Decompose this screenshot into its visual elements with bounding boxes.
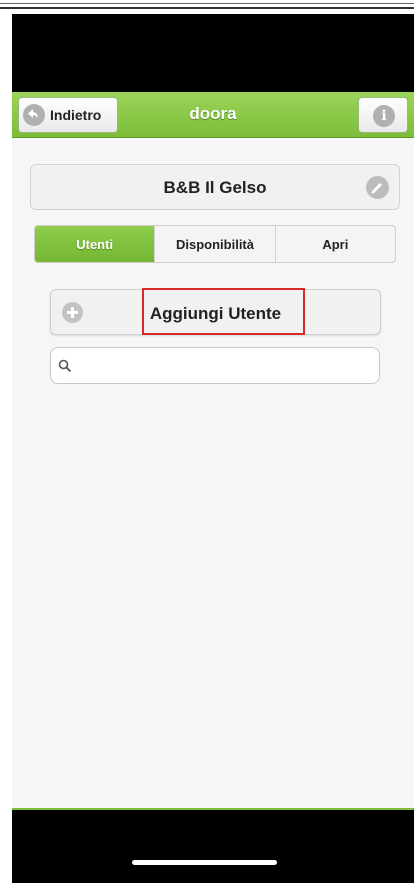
search-bar[interactable] xyxy=(50,347,380,384)
top-border xyxy=(0,0,414,14)
app-title: doora xyxy=(189,104,237,123)
home-indicator xyxy=(132,860,277,865)
property-name: B&B Il Gelso xyxy=(163,178,267,197)
tab-bar: Utenti Disponibilità Apri xyxy=(34,225,396,263)
phone-frame: Indietro doora i B&B Il Gelso Utenti Dis… xyxy=(12,14,414,883)
tab-apri[interactable]: Apri xyxy=(274,226,395,262)
property-header[interactable]: B&B Il Gelso xyxy=(30,164,400,210)
app-screen: Indietro doora i B&B Il Gelso Utenti Dis… xyxy=(12,92,414,810)
search-input[interactable] xyxy=(77,353,372,378)
add-user-button[interactable]: Aggiungi Utente xyxy=(50,289,381,335)
pencil-icon[interactable] xyxy=(366,176,389,199)
tab-disponibilita[interactable]: Disponibilità xyxy=(154,226,274,262)
info-icon: i xyxy=(373,105,395,127)
navigation-bar: Indietro doora i xyxy=(12,92,414,138)
add-user-label: Aggiungi Utente xyxy=(149,304,282,323)
info-button[interactable]: i xyxy=(358,97,408,133)
search-icon xyxy=(58,359,72,378)
tab-utenti[interactable]: Utenti xyxy=(35,226,155,262)
